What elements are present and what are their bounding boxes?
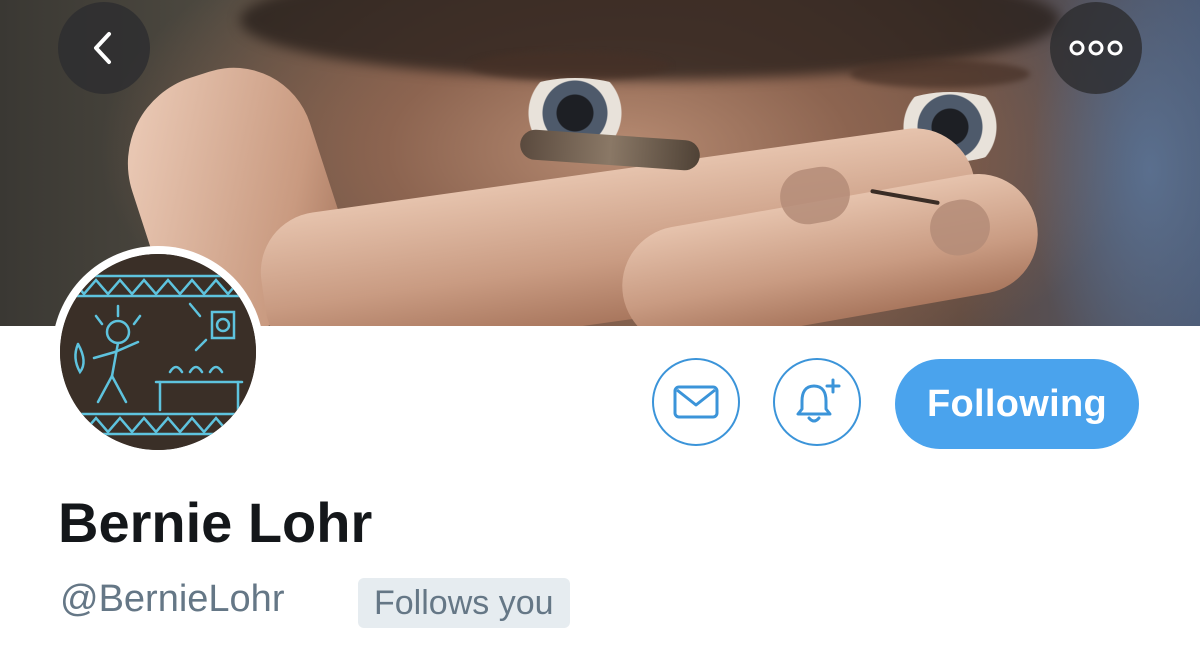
profile-handle: @BernieLohr bbox=[60, 578, 285, 620]
more-options-button[interactable] bbox=[1050, 2, 1142, 94]
following-button[interactable]: Following bbox=[895, 359, 1139, 449]
chevron-left-icon bbox=[94, 32, 111, 64]
avatar[interactable] bbox=[60, 254, 256, 450]
envelope-icon bbox=[673, 385, 719, 419]
follows-you-badge: Follows you bbox=[358, 578, 570, 628]
banner-lizard bbox=[519, 128, 701, 172]
display-name: Bernie Lohr bbox=[58, 491, 373, 554]
more-horizontal-icon bbox=[1069, 40, 1123, 56]
notifications-button[interactable] bbox=[773, 358, 861, 446]
bell-plus-icon bbox=[796, 378, 841, 423]
back-button[interactable] bbox=[58, 2, 150, 94]
avatar-drawing bbox=[60, 254, 256, 450]
message-button[interactable] bbox=[652, 358, 740, 446]
